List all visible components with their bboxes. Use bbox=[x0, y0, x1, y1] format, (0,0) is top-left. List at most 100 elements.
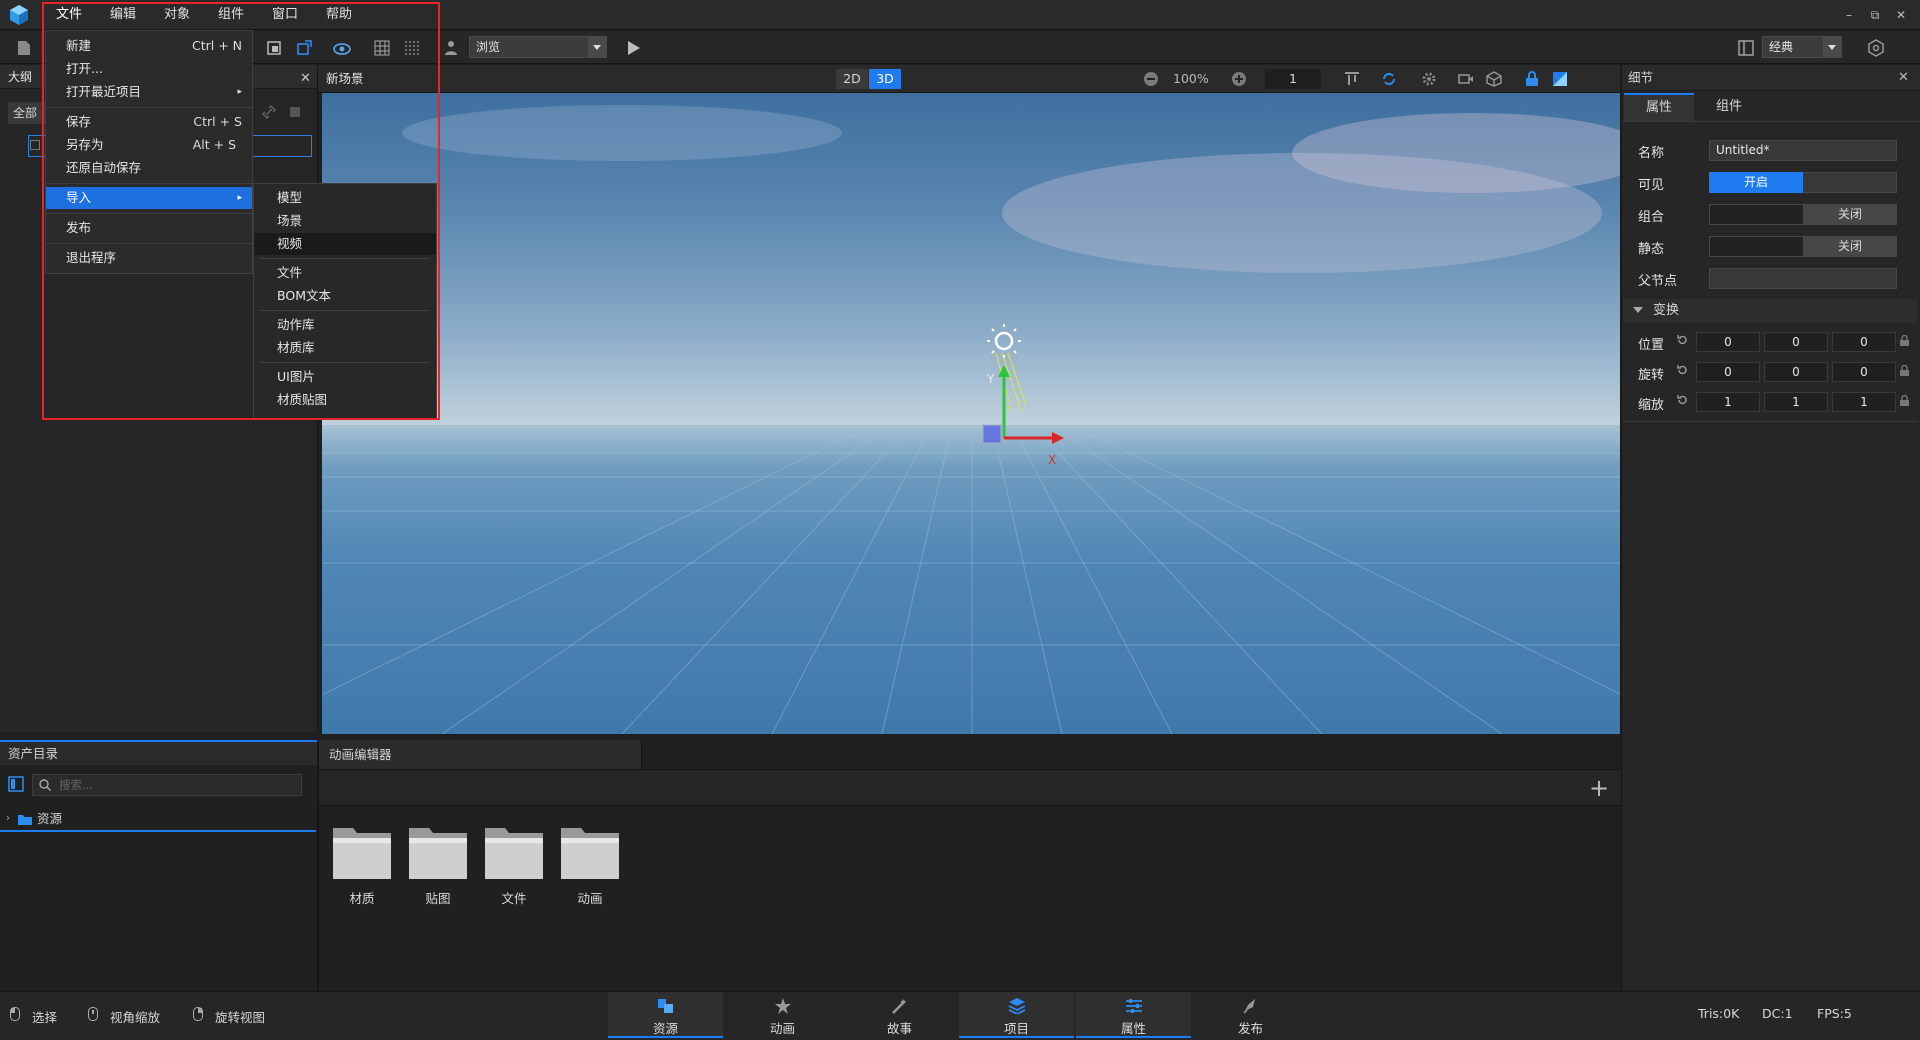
close-icon[interactable]: ✕ bbox=[1898, 65, 1909, 91]
submenu-item-ui-image[interactable]: UI图片 bbox=[254, 366, 436, 388]
menu-file[interactable]: 文件 bbox=[46, 0, 92, 30]
zoom-in-icon[interactable] bbox=[1231, 71, 1247, 87]
grid-icon[interactable] bbox=[371, 37, 393, 59]
menu-item-new[interactable]: 新建 Ctrl + N bbox=[46, 35, 252, 57]
folder-files[interactable]: 文件 bbox=[483, 822, 545, 907]
position-y[interactable]: 0 bbox=[1764, 332, 1828, 352]
cloud-icon[interactable] bbox=[331, 37, 353, 59]
asset-search[interactable]: 搜索... bbox=[32, 774, 302, 796]
menu-item-exit[interactable]: 退出程序 bbox=[46, 247, 252, 269]
panel-toggle-icon[interactable] bbox=[8, 776, 24, 792]
play-icon[interactable] bbox=[623, 37, 645, 59]
bottom-tab-story[interactable]: 故事 bbox=[842, 992, 957, 1038]
static-off[interactable]: 关闭 bbox=[1803, 236, 1897, 257]
position-label: 位置 bbox=[1638, 338, 1665, 353]
camera-icon[interactable] bbox=[1458, 71, 1474, 87]
expand-icon[interactable] bbox=[30, 140, 40, 150]
gradient-icon[interactable] bbox=[1552, 71, 1568, 87]
submenu-item-scene[interactable]: 场景 bbox=[254, 210, 436, 232]
tree-item-resources[interactable]: › 资源 bbox=[0, 808, 316, 832]
submenu-item-material-texture[interactable]: 材质贴图 bbox=[254, 389, 436, 411]
lock-icon[interactable] bbox=[1900, 395, 1909, 406]
view-mode-select[interactable]: 浏览 bbox=[469, 36, 607, 58]
scene-tab[interactable]: 新场景 bbox=[326, 65, 364, 93]
menu-item-publish[interactable]: 发布 bbox=[46, 217, 252, 239]
submenu-item-model[interactable]: 模型 bbox=[254, 187, 436, 209]
name-input[interactable]: Untitled* bbox=[1709, 140, 1897, 161]
rotation-x[interactable]: 0 bbox=[1696, 362, 1760, 382]
view-2d-button[interactable]: 2D bbox=[836, 69, 868, 89]
tab-properties[interactable]: 属性 bbox=[1624, 93, 1694, 121]
reset-icon[interactable] bbox=[1676, 334, 1688, 346]
lock-icon[interactable] bbox=[1900, 365, 1909, 376]
bottom-tab-animation[interactable]: 动画 bbox=[725, 992, 840, 1038]
menu-item-label: 发布 bbox=[66, 220, 92, 235]
scale-y[interactable]: 1 bbox=[1764, 392, 1828, 412]
anim-editor-tab[interactable]: 动画编辑器 bbox=[319, 740, 642, 769]
menu-item-import[interactable]: 导入 ▸ bbox=[46, 187, 252, 209]
delete-icon[interactable] bbox=[288, 105, 302, 119]
view-3d-button[interactable]: 3D bbox=[869, 69, 901, 89]
rotation-z[interactable]: 0 bbox=[1832, 362, 1896, 382]
new-file-icon[interactable] bbox=[13, 37, 35, 59]
position-x[interactable]: 0 bbox=[1696, 332, 1760, 352]
folder-animations[interactable]: 动画 bbox=[559, 822, 621, 907]
menu-item-open[interactable]: 打开... bbox=[46, 58, 252, 80]
menu-edit[interactable]: 编辑 bbox=[100, 0, 146, 30]
settings-hex-icon[interactable] bbox=[1865, 37, 1887, 59]
submenu-item-video[interactable]: 视频 bbox=[254, 233, 436, 255]
rotation-y[interactable]: 0 bbox=[1764, 362, 1828, 382]
frame-icon[interactable] bbox=[263, 37, 285, 59]
menu-help[interactable]: 帮助 bbox=[316, 0, 362, 30]
close-window-button[interactable]: ✕ bbox=[1892, 6, 1910, 24]
transform-gizmo[interactable] bbox=[952, 323, 1072, 463]
scale-z[interactable]: 1 bbox=[1832, 392, 1896, 412]
lock-view-icon[interactable] bbox=[1525, 71, 1539, 87]
folder-materials[interactable]: 材质 bbox=[331, 822, 393, 907]
gear-icon[interactable] bbox=[1421, 71, 1437, 87]
menu-component[interactable]: 组件 bbox=[208, 0, 254, 30]
reset-icon[interactable] bbox=[1676, 394, 1688, 406]
visible-on[interactable]: 开启 bbox=[1709, 172, 1803, 193]
position-z[interactable]: 0 bbox=[1832, 332, 1896, 352]
close-outline-icon[interactable]: ✕ bbox=[300, 71, 311, 86]
outline-filter-button[interactable]: 全部 bbox=[8, 102, 48, 124]
person-icon[interactable] bbox=[440, 37, 462, 59]
submenu-item-motion-library[interactable]: 动作库 bbox=[254, 314, 436, 336]
minimize-button[interactable]: – bbox=[1840, 6, 1858, 24]
bottom-tab-assets[interactable]: 资源 bbox=[608, 992, 723, 1038]
submenu-item-material-library[interactable]: 材质库 bbox=[254, 337, 436, 359]
scale-x[interactable]: 1 bbox=[1696, 392, 1760, 412]
lock-icon[interactable] bbox=[1900, 335, 1909, 346]
menu-item-save-as[interactable]: 另存为 Alt + S bbox=[46, 134, 252, 156]
menu-window[interactable]: 窗口 bbox=[262, 0, 308, 30]
menu-object[interactable]: 对象 bbox=[154, 0, 200, 30]
scene-viewport[interactable]: Y X bbox=[322, 93, 1620, 734]
bottom-tab-properties[interactable]: 属性 bbox=[1076, 992, 1191, 1038]
group-off[interactable]: 关闭 bbox=[1803, 204, 1897, 225]
dot-grid-icon[interactable] bbox=[401, 37, 423, 59]
submenu-item-bom[interactable]: BOM文本 bbox=[254, 285, 436, 307]
add-icon[interactable]: + bbox=[1589, 776, 1609, 800]
restore-button[interactable]: ⧉ bbox=[1866, 6, 1884, 24]
submenu-item-file[interactable]: 文件 bbox=[254, 262, 436, 284]
transform-section-header[interactable]: 变换 bbox=[1623, 299, 1918, 323]
folder-textures[interactable]: 贴图 bbox=[407, 822, 469, 907]
layout-icon[interactable] bbox=[1735, 37, 1757, 59]
menu-item-restore-autosave[interactable]: 还原自动保存 bbox=[46, 157, 252, 179]
menu-item-recent[interactable]: 打开最近项目 ▸ bbox=[46, 81, 252, 103]
layout-select[interactable]: 经典 bbox=[1762, 36, 1842, 58]
link-icon[interactable] bbox=[262, 105, 276, 119]
tab-components[interactable]: 组件 bbox=[1694, 93, 1764, 121]
refresh-icon[interactable] bbox=[1381, 71, 1397, 87]
parent-field[interactable] bbox=[1709, 268, 1897, 289]
zoom-out-icon[interactable] bbox=[1143, 71, 1159, 87]
reset-icon[interactable] bbox=[1676, 364, 1688, 376]
cube-icon[interactable] bbox=[1486, 71, 1502, 87]
viewport-value-input[interactable]: 1 bbox=[1265, 69, 1321, 89]
align-top-icon[interactable] bbox=[1344, 71, 1360, 87]
bottom-tab-project[interactable]: 项目 bbox=[959, 992, 1074, 1038]
menu-item-save[interactable]: 保存 Ctrl + S bbox=[46, 111, 252, 133]
bottom-tab-publish[interactable]: 发布 bbox=[1193, 992, 1308, 1038]
transform-icon[interactable] bbox=[293, 37, 315, 59]
